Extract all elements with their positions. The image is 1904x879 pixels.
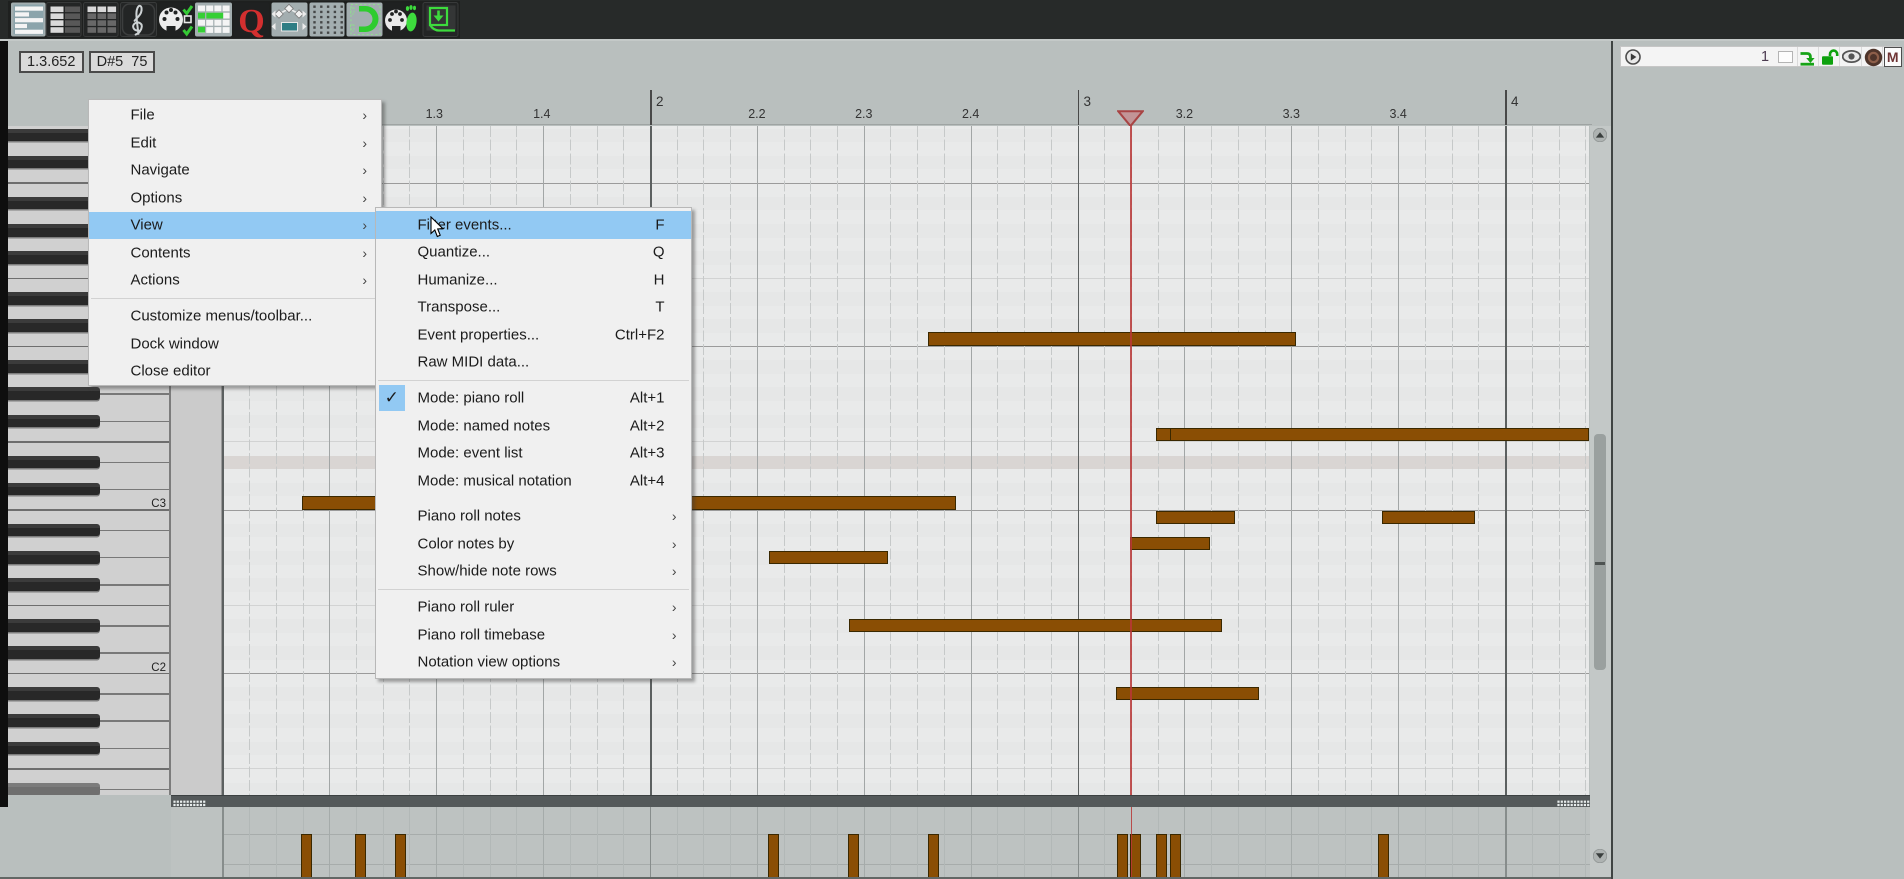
svg-text:Q: Q [238,3,264,40]
